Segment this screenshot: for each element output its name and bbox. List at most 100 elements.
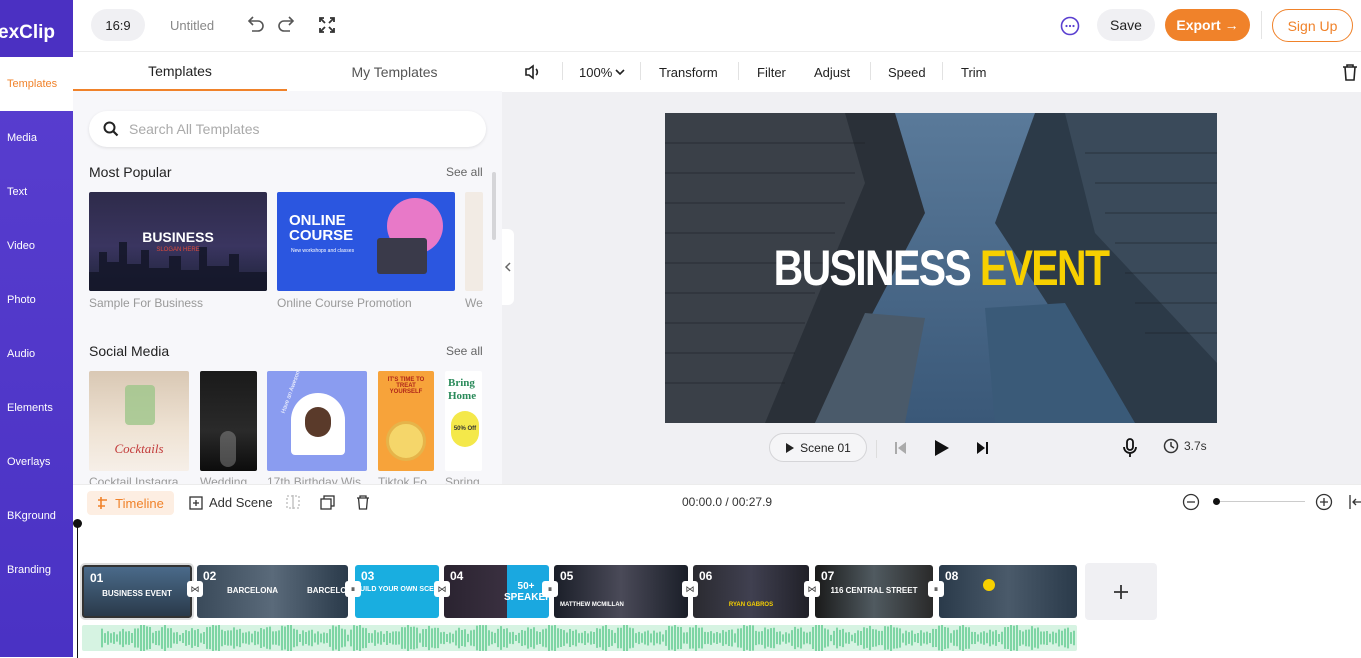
template-thumb[interactable]: IT'S TIME TO TREAT YOURSELF [378,371,434,471]
audio-track[interactable] [82,625,1077,651]
thumb-title: Cocktails [114,441,164,456]
scene-clip[interactable]: 06 RYAN GABROS [693,565,809,618]
tab-templates[interactable]: Templates [73,52,287,91]
add-square-icon [189,495,203,510]
scene-clip[interactable]: 0450+ SPEAKERS [444,565,549,618]
scene-clip[interactable]: 03 BUILD YOUR OWN SCENE [355,565,439,618]
thumb-subtitle: New workshops and classes [291,248,355,254]
speed-button[interactable]: Speed [888,52,926,92]
play-icon[interactable] [934,439,950,462]
search-box[interactable]: Search All Templates [89,111,486,147]
edit-toolbar: 100% Transform Filter Adjust Speed Trim [502,52,1361,92]
export-button[interactable]: Export → [1165,9,1250,41]
rail-item-templates[interactable]: Templates [0,57,73,111]
scene-clip[interactable]: 05 MATTHEW MCMILLAN [554,565,688,618]
logo-badge [983,579,995,591]
collapse-panel-button[interactable] [502,229,514,305]
video-title: BUSINESS EVENT [715,239,1168,297]
template-caption: Spring I... [445,475,482,484]
zoom-slider-handle[interactable] [1213,498,1220,505]
skip-forward-icon[interactable] [975,441,989,460]
scene-selector[interactable]: Scene 01 [769,433,867,462]
redo-icon[interactable] [277,13,297,35]
playhead-handle[interactable] [73,519,82,528]
project-title[interactable]: Untitled [170,18,214,33]
feedback-icon[interactable] [1059,15,1081,37]
scene-clip[interactable]: 07 116 CENTRAL STREET [815,565,933,618]
transition-icon[interactable]: ⏸ [928,581,944,597]
rail-item-video[interactable]: Video [0,219,73,273]
add-clip-button[interactable] [1085,563,1157,620]
timeline-icon [98,497,108,509]
rail-item-media[interactable]: Media [0,111,73,165]
save-button[interactable]: Save [1097,9,1155,41]
desk-illustration [377,238,427,274]
volume-icon[interactable] [524,52,542,92]
zoom-in-icon[interactable] [1315,493,1333,516]
timeline-tab[interactable]: Timeline [87,491,174,515]
scene-clip[interactable]: 08 [939,565,1077,618]
filter-button[interactable]: Filter [757,52,786,92]
template-caption: Cocktail Instagra... [89,475,189,484]
template-thumb[interactable]: Have an Awesome Party [267,371,367,471]
transition-icon[interactable]: ⋈ [804,581,820,597]
preview-stage: BUSINESS EVENT Scene 01 3.7s [502,92,1361,484]
scene-clip[interactable]: 02BARCELONABARCELONA [197,565,348,618]
transition-icon[interactable]: ⏸ [345,581,361,597]
adjust-button[interactable]: Adjust [814,52,850,92]
signup-button[interactable]: Sign Up [1272,9,1353,42]
template-caption: Tiktok Fo... [378,475,434,484]
rail-item-branding[interactable]: Branding [0,543,73,597]
playhead[interactable] [77,521,78,658]
zoom-slider[interactable] [1215,501,1305,502]
trash-icon[interactable] [1342,52,1358,92]
rail-item-audio[interactable]: Audio [0,327,73,381]
timeline: Timeline Add Scene 00:00.0 / 00:27.9 01 B… [73,484,1361,658]
transform-button[interactable]: Transform [659,52,718,92]
time-display: 00:00.0 / 00:27.9 [682,495,773,509]
skip-back-icon[interactable] [894,441,908,460]
plus-icon [1114,584,1128,599]
tab-my-templates[interactable]: My Templates [287,52,502,91]
add-scene-button[interactable]: Add Scene [189,495,273,510]
template-thumb[interactable] [465,192,483,291]
title-white: BUSINESS [773,240,972,296]
template-thumb[interactable]: Cocktails [89,371,189,471]
video-preview[interactable]: BUSINESS EVENT [665,113,1217,423]
divider [738,62,739,80]
template-thumb[interactable] [200,371,257,471]
zoom-out-icon[interactable] [1182,493,1200,516]
divider [1261,11,1262,39]
divider [870,62,871,80]
template-thumb[interactable]: ONLINE COURSE New workshops and classes [277,192,455,291]
template-caption: Online Course Promotion [277,296,412,310]
delete-icon[interactable] [356,495,370,515]
transition-icon[interactable]: ⋈ [682,581,698,597]
undo-icon[interactable] [245,13,265,35]
see-all-link[interactable]: See all [446,344,483,358]
fit-icon[interactable] [1349,493,1361,516]
couple-image [220,431,236,467]
fullscreen-icon[interactable] [318,16,336,34]
see-all-link[interactable]: See all [446,165,483,179]
rail-item-elements[interactable]: Elements [0,381,73,435]
template-thumb[interactable]: BUSINESS SLOGAN HERE [89,192,267,291]
rail-item-photo[interactable]: Photo [0,273,73,327]
transition-icon[interactable]: ⋈ [187,581,203,597]
templates-panel: Templates My Templates Search All Templa… [73,52,502,484]
trim-button[interactable]: Trim [961,52,987,92]
microphone-icon[interactable] [1123,438,1137,463]
duplicate-icon[interactable] [320,495,335,515]
transition-icon[interactable]: ⋈ [434,581,450,597]
rail-item-text[interactable]: Text [0,165,73,219]
template-thumb[interactable]: Bring Home 50% Off [445,371,482,471]
search-input[interactable]: Search All Templates [129,121,259,137]
rail-item-bkground[interactable]: BKground [0,489,73,543]
scrollbar[interactable] [492,172,496,240]
scene-clip[interactable]: 01 BUSINESS EVENT [80,563,194,620]
split-icon[interactable] [286,495,300,514]
rail-item-overlays[interactable]: Overlays [0,435,73,489]
transition-icon[interactable]: ⏸ [542,581,558,597]
aspect-ratio-button[interactable]: 16:9 [91,9,145,41]
zoom-select[interactable]: 100% [579,52,626,92]
